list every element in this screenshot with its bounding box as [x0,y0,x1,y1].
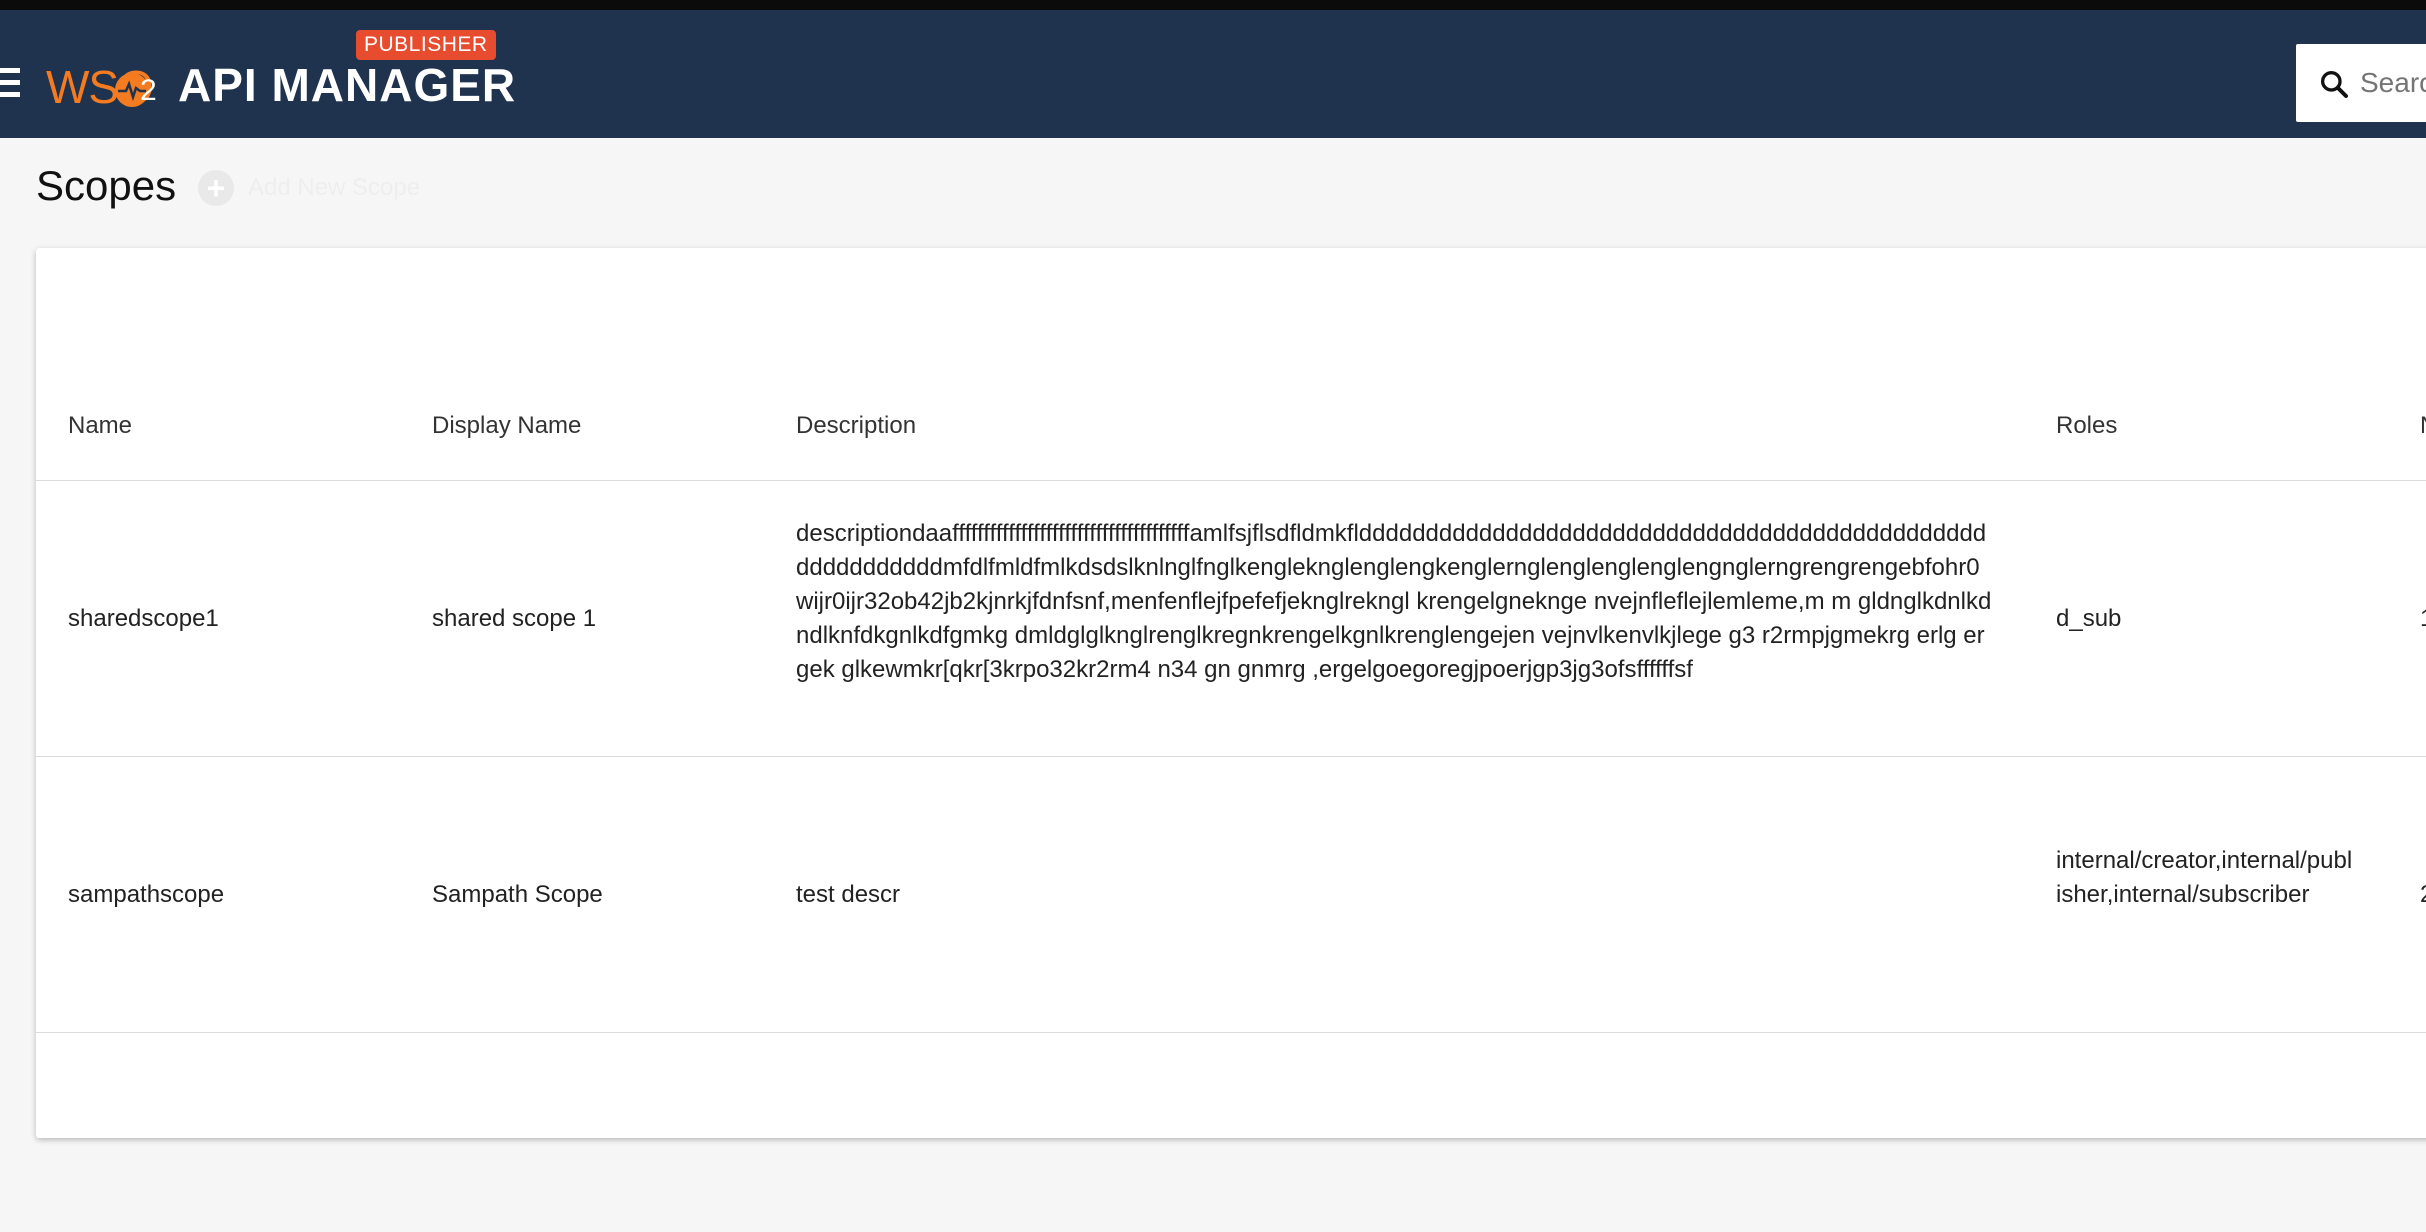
hamburger-menu-icon[interactable] [0,68,22,98]
search-input[interactable] [2360,64,2426,102]
add-circle-icon: + [198,170,234,206]
app-header: WSO 2 API MANAGER PUBLISHER [0,10,2426,138]
column-header-next[interactable]: N [2420,412,2426,440]
cell-next: 1 [2420,602,2426,636]
add-new-scope-button[interactable]: + Add New Scope [198,168,420,208]
add-new-scope-label: Add New Scope [248,174,421,201]
cell-next: 2 [2420,878,2426,912]
cell-roles: internal/creator,internal/publisher,inte… [2056,847,2353,908]
header-divider [36,480,2426,481]
column-header-name[interactable]: Name [68,412,132,440]
publisher-badge: PUBLISHER [356,30,496,60]
cell-display-name: shared scope 1 [432,605,597,632]
logo-subscript: 2 [140,74,157,107]
column-header-display-name[interactable]: Display Name [432,412,581,440]
row-divider [36,756,2426,757]
cell-name: sharedscope1 [68,605,219,632]
window-top-strip [0,0,2426,10]
page-title: Scopes [36,162,177,209]
cell-display-name: Sampath Scope [432,881,603,908]
cell-description: test descr [796,881,901,908]
column-header-description[interactable]: Description [796,412,916,440]
cell-name: sampathscope [68,881,225,908]
cell-description: descriptiondaaffffffffffffffffffffffffff… [796,520,1992,683]
row-divider [36,1032,2426,1033]
column-header-roles[interactable]: Roles [2056,412,2117,440]
scopes-table-card [36,248,2426,1138]
app-title: API MANAGER [178,59,517,111]
search-icon [2321,71,2348,98]
cell-roles: d_sub [2056,605,2122,632]
search-box[interactable] [2296,44,2426,122]
